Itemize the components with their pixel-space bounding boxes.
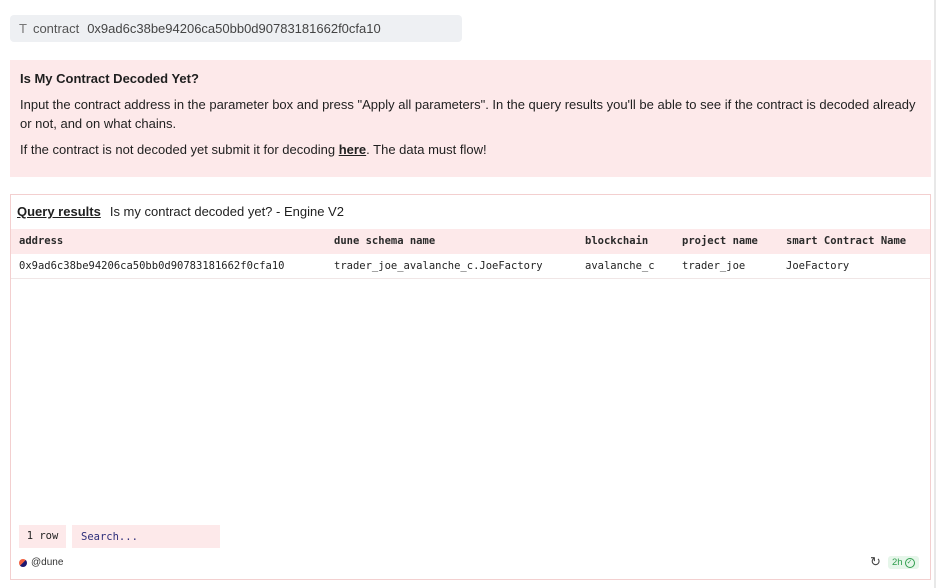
query-results-panel: Query results Is my contract decoded yet…: [10, 194, 931, 580]
column-header[interactable]: blockchain: [585, 229, 648, 254]
table-row: 0x9ad6c38be94206ca50bb0d90783181662f0cfa…: [11, 254, 930, 279]
parameter-value[interactable]: 0x9ad6c38be94206ca50bb0d90783181662f0cfa…: [87, 21, 381, 36]
parameter-name: contract: [32, 21, 80, 36]
row-count: 1 row: [19, 525, 66, 548]
status-badge: 2h ✓: [888, 556, 919, 569]
dune-logo-icon: [19, 558, 27, 567]
contract-parameter[interactable]: T contract 0x9ad6c38be94206ca50bb0d90783…: [10, 15, 462, 42]
result-age: 2h: [892, 557, 903, 568]
table-cell: trader_joe: [682, 260, 746, 272]
table-cell: trader_joe_avalanche_c.JoeFactory: [334, 260, 543, 272]
submit-text-end: . The data must flow!: [366, 142, 487, 157]
column-header[interactable]: dune schema name: [334, 229, 435, 254]
info-paragraph: Input the contract address in the parame…: [20, 97, 916, 131]
tab-query-results[interactable]: Query results: [17, 204, 101, 219]
column-header[interactable]: project name: [682, 229, 758, 254]
refresh-icon[interactable]: ↻: [870, 555, 881, 569]
check-circle-icon: ✓: [904, 557, 915, 568]
info-title: Is My Contract Decoded Yet?: [20, 71, 199, 86]
column-header[interactable]: smart Contract Name: [786, 229, 906, 254]
text-type-icon: T: [19, 21, 27, 36]
decode-submit-link[interactable]: here: [339, 142, 366, 157]
query-title: Is my contract decoded yet? - Engine V2: [109, 204, 344, 219]
info-card: Is My Contract Decoded Yet? Input the co…: [10, 60, 931, 177]
author-handle: @dune: [31, 557, 64, 568]
info-submit-paragraph: If the contract is not decoded yet submi…: [20, 141, 921, 160]
search-input[interactable]: [72, 525, 220, 548]
table-cell: avalanche_c: [585, 260, 655, 272]
author[interactable]: @dune: [19, 557, 63, 568]
results-header: Query results Is my contract decoded yet…: [17, 204, 344, 219]
table-header: address dune schema name blockchain proj…: [11, 229, 930, 254]
column-header[interactable]: address: [19, 229, 63, 254]
submit-text: If the contract is not decoded yet submi…: [20, 142, 339, 157]
table-cell: 0x9ad6c38be94206ca50bb0d90783181662f0cfa…: [19, 260, 285, 272]
table-cell: JoeFactory: [786, 260, 850, 272]
